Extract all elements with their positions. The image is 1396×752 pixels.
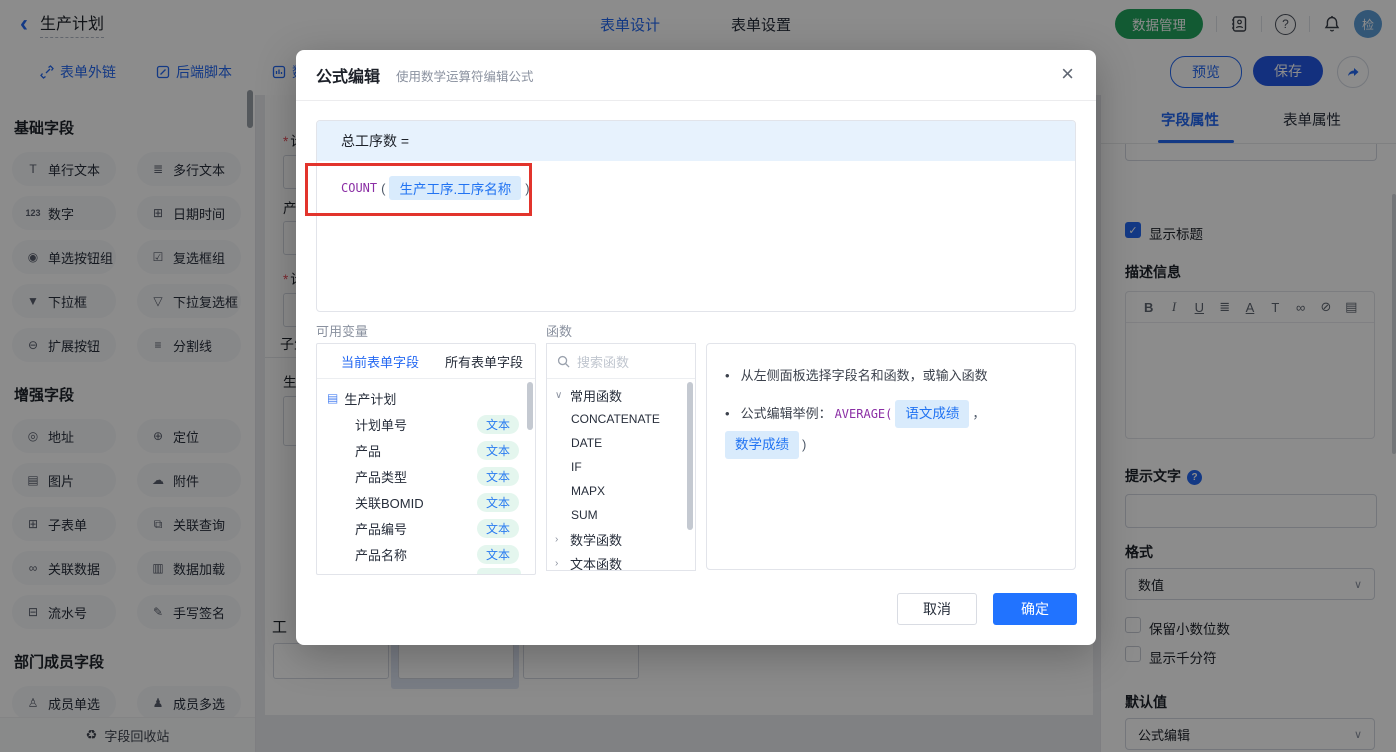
type-badge: 文本 [476,414,519,434]
variable-row[interactable]: 产品 文本 [317,437,535,463]
formula-edit-modal: 公式编辑 使用数学运算符编辑公式 × 总工序数 = COUNT ( 生产工序.工… [296,50,1096,645]
functions-panel: 搜索函数 ∨ 常用函数 CONCATENATE DATE IF MAPX SUM … [546,343,696,571]
variable-row[interactable]: 计划单号 文本 [317,411,535,437]
screen: ‹ 生产计划 表单设计 表单设置 数据管理 ? 检 表单外链 后端脚本 预览 保… [0,0,1396,752]
tab-all-form-fields[interactable]: 所有表单字段 [445,352,523,371]
chevron-right-icon: › [555,557,559,569]
formula-target-row: 总工序数 = [317,121,1075,161]
modal-subtitle: 使用数学运算符编辑公式 [396,69,534,84]
function-group[interactable]: › 文本函数 [547,551,695,571]
example-field-token: 数学成绩 [725,431,799,459]
chevron-down-icon: ∨ [555,389,563,401]
formula-editor[interactable]: 总工序数 = COUNT ( 生产工序.工序名称 ) [316,120,1076,312]
variables-tree-root[interactable]: ▤ 生产计划 [317,385,535,411]
tip-line: • 从左侧面板选择字段名和函数，或输入函数 [725,368,988,383]
example-field-token: 语文成绩 [895,400,970,428]
functions-scrollbar[interactable] [687,382,693,530]
close-icon[interactable]: × [1061,63,1074,85]
function-item[interactable]: DATE [547,431,695,455]
variable-row[interactable]: 关联BOMID 文本 [317,489,535,515]
chevron-right-icon: › [555,533,559,545]
type-badge: 文本 [476,492,519,512]
variable-row[interactable]: 产品名称 文本 [317,541,535,567]
function-item[interactable]: IF [547,455,695,479]
example-function-name: AVERAGE( [834,407,893,421]
function-name: COUNT [341,181,378,195]
functions-label: 函数 [546,324,573,339]
confirm-button[interactable]: 确定 [993,593,1077,625]
type-badge: 文本 [476,466,519,486]
tips-panel: • 从左侧面板选择字段名和函数，或输入函数 • 公式编辑举例： AVERAGE(… [706,343,1076,570]
function-item[interactable]: SUM [547,503,695,527]
type-badge: 文本 [476,440,519,460]
field-token[interactable]: 生产工序.工序名称 [389,176,522,200]
clipped-row-hint [477,568,521,574]
function-item[interactable]: MAPX [547,479,695,503]
function-group[interactable]: ∨ 常用函数 [547,383,695,407]
variable-row[interactable]: 产品编号 文本 [317,515,535,541]
formula-expression[interactable]: COUNT ( 生产工序.工序名称 ) [317,161,1075,215]
variables-scrollbar[interactable] [527,382,533,430]
variable-row[interactable]: 产品类型 文本 [317,463,535,489]
variables-tabs: 当前表单字段 所有表单字段 [317,344,535,379]
type-badge: 文本 [476,518,519,538]
modal-header: 公式编辑 使用数学运算符编辑公式 × [296,50,1096,101]
tab-current-form-fields[interactable]: 当前表单字段 [341,352,419,371]
function-item[interactable]: CONCATENATE [547,407,695,431]
type-badge: 文本 [476,544,519,564]
search-placeholder: 搜索函数 [577,354,630,370]
search-icon [557,355,570,368]
variables-panel: 当前表单字段 所有表单字段 ▤ 生产计划 计划单号 文本 产品 文本 产品类型 文本 … [316,343,536,575]
cancel-button[interactable]: 取消 [897,593,977,625]
tip-example-line: • 公式编辑举例： AVERAGE( 语文成绩 ， 数学成绩 ) [725,400,1057,459]
function-group[interactable]: › 数学函数 [547,527,695,551]
variables-label: 可用变量 [316,324,369,339]
modal-title: 公式编辑 [316,69,381,86]
function-search[interactable]: 搜索函数 [547,344,695,379]
form-document-icon: ▤ [327,391,339,405]
